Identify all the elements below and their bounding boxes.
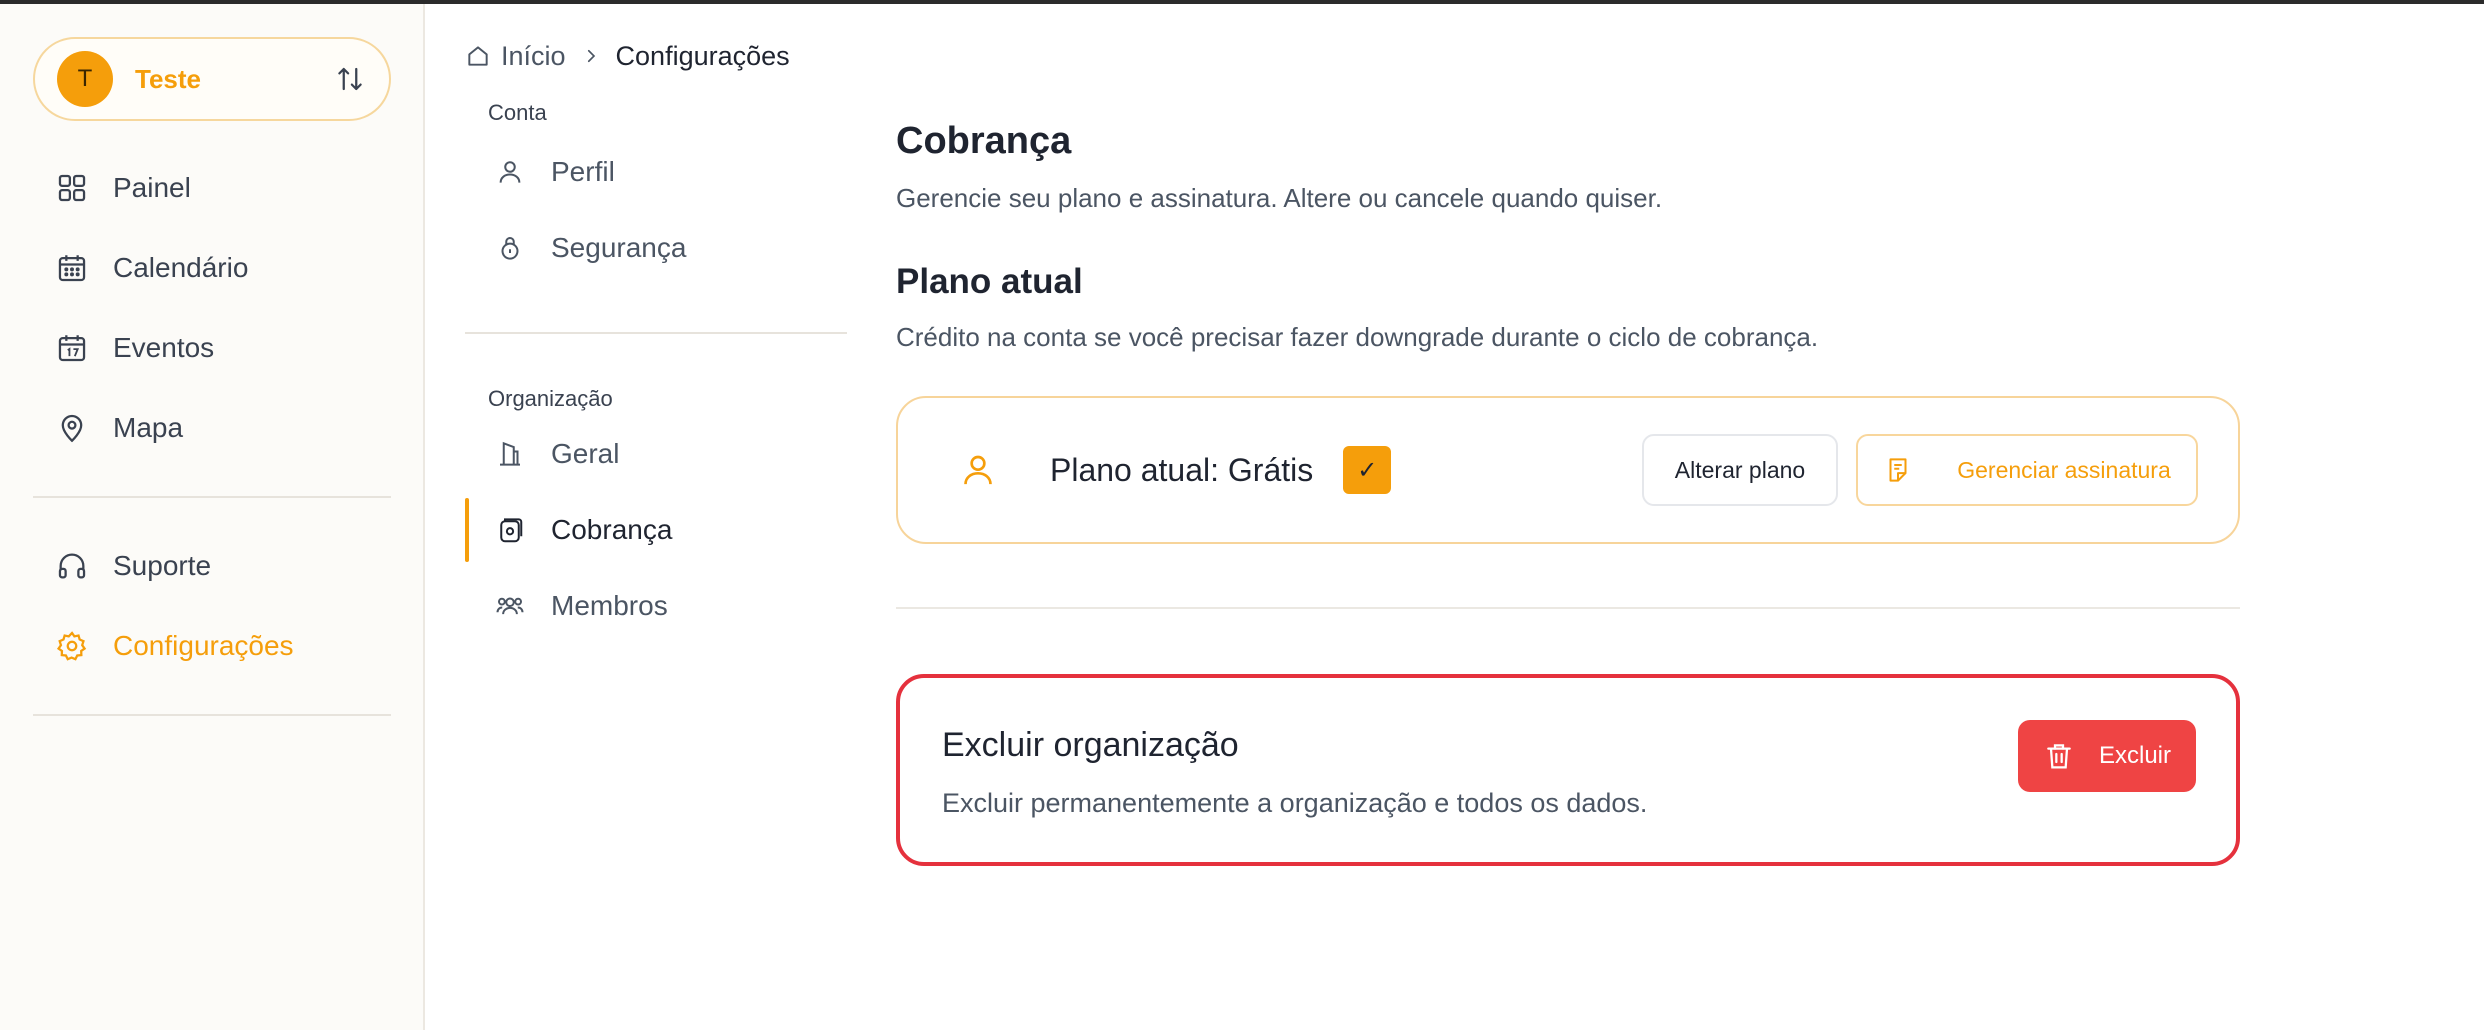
calendar-day-icon xyxy=(58,335,86,362)
billing-section: Cobrança Gerencie seu plano e assinatura… xyxy=(896,120,2240,353)
headphones-icon xyxy=(58,553,86,579)
sidebar-item-label: Suporte xyxy=(113,550,212,581)
breadcrumb-home[interactable]: Início xyxy=(465,41,566,72)
page-description: Gerencie seu plano e assinatura. Altere … xyxy=(896,183,1663,213)
document-icon xyxy=(1889,458,1907,482)
subnav-item-geral[interactable]: Geral xyxy=(465,416,847,492)
sidebar-item-label: Eventos xyxy=(113,332,215,363)
sidebar-item-painel[interactable]: Painel xyxy=(33,148,393,228)
manage-subscription-label: Gerenciar assinatura xyxy=(1957,456,2171,483)
check-icon: ✓ xyxy=(1343,446,1392,494)
lock-icon xyxy=(501,237,519,260)
sidebar-item-calendario[interactable]: Calendário xyxy=(33,228,393,308)
user-icon xyxy=(964,455,992,485)
sidebar-item-label: Painel xyxy=(113,172,191,203)
section-divider xyxy=(896,607,2240,609)
subnav-item-perfil[interactable]: Perfil xyxy=(465,134,847,210)
chevron-right-icon xyxy=(587,49,595,63)
sidebar-item-label: Mapa xyxy=(113,412,184,443)
delete-organization-card: Excluir organização Excluir permanenteme… xyxy=(896,674,2240,866)
trash-icon xyxy=(2047,744,2071,769)
map-pin-icon xyxy=(61,414,83,443)
avatar: T xyxy=(57,51,113,107)
subnav-group-conta: Conta xyxy=(488,100,547,125)
sidebar-main-nav: Painel Calendário Eventos Mapa xyxy=(33,148,393,468)
subnav-item-cobranca[interactable]: Cobrança xyxy=(465,492,847,568)
workspace-name: Teste xyxy=(135,63,201,94)
sidebar: T Teste Painel Calendário Eventos Mapa S… xyxy=(0,4,425,1030)
calendar-icon xyxy=(58,255,86,282)
current-plan-heading: Plano atual xyxy=(896,262,1083,301)
sidebar-divider xyxy=(33,496,391,498)
current-plan-description: Crédito na conta se você precisar fazer … xyxy=(896,322,1819,352)
current-plan-card: Plano atual: Grátis ✓ Alterar plano Gere… xyxy=(896,396,2240,544)
sidebar-item-suporte[interactable]: Suporte xyxy=(33,526,393,606)
delete-button-label: Excluir xyxy=(2098,742,2171,769)
subnav-item-seguranca[interactable]: Segurança xyxy=(465,210,847,286)
change-plan-button[interactable]: Alterar plano xyxy=(1642,434,1838,506)
sidebar-item-eventos[interactable]: Eventos xyxy=(33,308,393,388)
gear-icon xyxy=(56,631,87,661)
grid-icon xyxy=(58,174,86,202)
subnav-item-membros[interactable]: Membros xyxy=(465,568,847,644)
building-icon xyxy=(500,441,520,466)
sidebar-item-configuracoes[interactable]: Configurações xyxy=(33,606,393,686)
breadcrumb: Início Configurações xyxy=(465,38,790,74)
breadcrumb-home-label: Início xyxy=(501,40,566,71)
delete-organization-title: Excluir organização xyxy=(942,726,1239,764)
sidebar-bottom-nav: Suporte Configurações xyxy=(33,526,393,686)
sidebar-item-label: Configurações xyxy=(113,630,294,661)
users-icon xyxy=(496,597,524,615)
swap-vertical-icon xyxy=(333,62,367,96)
sidebar-divider xyxy=(33,714,391,716)
subnav-item-label: Membros xyxy=(551,590,668,621)
plan-actions: Alterar plano Gerenciar assinatura xyxy=(1642,434,2198,506)
subnav-item-label: Geral xyxy=(551,438,620,469)
delete-organization-description: Excluir permanentemente a organização e … xyxy=(942,788,1648,818)
subnav-item-label: Perfil xyxy=(551,156,615,187)
page-title: Cobrança xyxy=(896,120,1072,162)
subnav-group-organizacao: Organização xyxy=(488,386,613,411)
manage-subscription-button[interactable]: Gerenciar assinatura xyxy=(1856,434,2198,506)
sidebar-item-label: Calendário xyxy=(113,252,249,283)
subnav-item-label: Segurança xyxy=(551,232,687,263)
home-icon xyxy=(468,46,488,66)
user-icon xyxy=(499,161,521,183)
delete-button[interactable]: Excluir xyxy=(2018,720,2196,792)
subnav-item-label: Cobrança xyxy=(551,514,673,545)
current-plan-label: Plano atual: Grátis xyxy=(1050,451,1314,488)
sidebar-item-mapa[interactable]: Mapa xyxy=(33,388,393,468)
workspace-switcher[interactable]: T Teste xyxy=(33,37,391,121)
breadcrumb-current: Configurações xyxy=(615,40,790,71)
settings-subnav: Conta Perfil Segurança Organização Geral… xyxy=(465,100,847,644)
billing-icon xyxy=(500,518,523,543)
